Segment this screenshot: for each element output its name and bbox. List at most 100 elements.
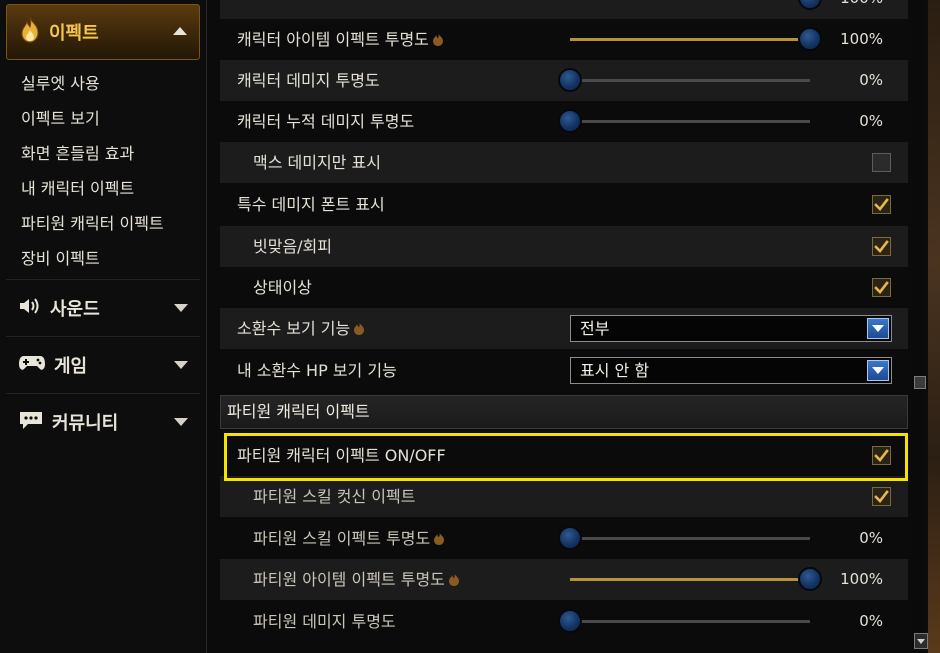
gamepad-icon [18,354,46,376]
slider-knob[interactable] [558,609,582,633]
slider-value: 0% [859,529,883,547]
dropdown-value: 표시 안 함 [580,361,650,380]
setting-row-miss-evade: 빗맞음/회피 [220,226,908,267]
checkmark-icon [874,490,889,503]
fire-icon [19,17,41,47]
checkbox[interactable] [872,153,891,172]
checkbox[interactable] [872,195,891,214]
subitem-party-character-effects[interactable]: 파티원 캐릭터 이펙트 [0,206,206,241]
setting-row-max-damage-only: 맥스 데미지만 표시 [220,142,908,183]
setting-row-status-ailment: 상태이상 [220,267,908,308]
slider[interactable] [570,27,822,51]
setting-label: 내 소환수 HP 보기 기능 [237,361,397,380]
slider[interactable] [558,526,810,550]
settings-sidebar: 이펙트 실루엣 사용 이펙트 보기 화면 흔들림 효과 내 캐릭터 이펙트 파티… [0,0,207,653]
checkmark-icon [874,240,889,253]
checkmark-icon [874,281,889,294]
category-sound[interactable]: 사운드 [6,279,200,335]
summon-hp-dropdown[interactable]: 표시 안 함 [570,357,892,384]
slider-knob[interactable] [558,68,582,92]
slider[interactable] [558,68,810,92]
category-effects-label: 이펙트 [49,23,99,44]
slider-value: 0% [859,612,883,630]
subitem-equipment-effects[interactable]: 장비 이펙트 [0,241,206,276]
subitem-screen-shake[interactable]: 화면 흔들림 효과 [0,136,206,171]
chat-icon [18,410,44,434]
checkbox[interactable] [872,278,891,297]
slider[interactable] [558,609,810,633]
setting-label: 파티원 캐릭터 이펙트 ON/OFF [237,446,446,465]
scrollbar-thumb[interactable] [914,376,926,389]
subitem-show-effects[interactable]: 이펙트 보기 [0,101,206,136]
section-title: 파티원 캐릭터 이펙트 [227,402,370,421]
setting-row-party-effects-toggle: 파티원 캐릭터 이펙트 ON/OFF [220,435,908,476]
checkmark-icon [874,449,889,462]
slider-knob[interactable] [558,109,582,133]
speaker-icon [18,296,42,320]
background-strip [928,0,940,653]
fire-icon [354,322,365,335]
setting-label: 빗맞음/회피 [253,237,332,256]
settings-list: 100% 캐릭터 아이템 이펙트 투명도 100% 캐릭터 데미지 투명도 0%… [220,0,908,653]
effects-subitems: 실루엣 사용 이펙트 보기 화면 흔들림 효과 내 캐릭터 이펙트 파티원 캐릭… [0,66,206,276]
setting-label: 상태이상 [253,278,312,297]
subitem-silhouette[interactable]: 실루엣 사용 [0,66,206,101]
slider-knob[interactable] [798,0,822,10]
slider[interactable] [558,109,810,133]
setting-row-party-item-effect-opacity: 파티원 아이템 이펙트 투명도 100% [220,559,908,600]
dropdown-value: 전부 [580,319,610,338]
setting-label: 소환수 보기 기능 [237,308,365,349]
chevron-down-icon[interactable] [174,418,188,426]
setting-label: 파티원 스킬 컷신 이펙트 [253,487,416,506]
setting-row-character-cumulative-damage-opacity: 캐릭터 누적 데미지 투명도 0% [220,101,908,142]
checkbox[interactable] [872,237,891,256]
setting-label: 캐릭터 누적 데미지 투명도 [237,112,415,131]
slider-value: 0% [859,112,883,130]
slider-value: 0% [859,71,883,89]
slider-knob[interactable] [558,526,582,550]
slider-knob[interactable] [798,27,822,51]
checkbox[interactable] [872,446,891,465]
chevron-up-icon[interactable] [173,27,187,35]
scrollbar-track[interactable] [911,0,925,653]
category-game[interactable]: 게임 [6,336,200,392]
setting-row-party-skill-effect-opacity: 파티원 스킬 이펙트 투명도 0% [220,518,908,559]
fire-icon [434,532,445,545]
setting-row-party-skill-cutscene: 파티원 스킬 컷신 이펙트 [220,476,908,517]
slider-knob[interactable] [798,567,822,591]
fire-icon [448,573,459,586]
chevron-down-icon[interactable] [867,360,889,381]
chevron-down-icon [917,639,925,644]
category-community[interactable]: 커뮤니티 [6,393,200,449]
setting-row-character-item-effect-opacity: 캐릭터 아이템 이펙트 투명도 100% [220,19,908,60]
setting-label: 파티원 데미지 투명도 [253,612,396,631]
checkmark-icon [874,198,889,211]
checkbox[interactable] [872,487,891,506]
setting-label: 맥스 데미지만 표시 [253,153,381,172]
fire-icon [432,33,443,46]
setting-label: 파티원 스킬 이펙트 투명도 [253,518,445,559]
setting-row-special-damage-font: 특수 데미지 폰트 표시 [220,184,908,225]
chevron-down-icon[interactable] [867,318,889,339]
slider[interactable] [570,567,822,591]
setting-row-partial: 100% [220,0,908,19]
setting-row-character-damage-opacity: 캐릭터 데미지 투명도 0% [220,60,908,101]
category-effects[interactable]: 이펙트 [6,4,200,60]
setting-row-summon-view: 소환수 보기 기능 전부 [220,308,908,349]
category-sound-label: 사운드 [50,298,100,320]
summon-view-dropdown[interactable]: 전부 [570,315,892,342]
setting-label: 파티원 아이템 이펙트 투명도 [253,559,460,600]
chevron-down-icon[interactable] [174,361,188,369]
section-header-party-effects: 파티원 캐릭터 이펙트 [220,395,908,429]
subitem-my-character-effects[interactable]: 내 캐릭터 이펙트 [0,171,206,206]
slider-value: 100% [840,30,883,48]
slider-value: 100% [840,570,883,588]
setting-row-my-summon-hp: 내 소환수 HP 보기 기능 표시 안 함 [220,350,908,391]
category-community-label: 커뮤니티 [52,412,119,434]
setting-label: 특수 데미지 폰트 표시 [237,195,385,214]
setting-label: 캐릭터 아이템 이펙트 투명도 [237,19,444,60]
setting-row-party-damage-opacity: 파티원 데미지 투명도 0% [220,601,908,642]
chevron-down-icon[interactable] [174,304,188,312]
scroll-down-button[interactable] [914,633,928,649]
setting-label: 캐릭터 데미지 투명도 [237,71,380,90]
